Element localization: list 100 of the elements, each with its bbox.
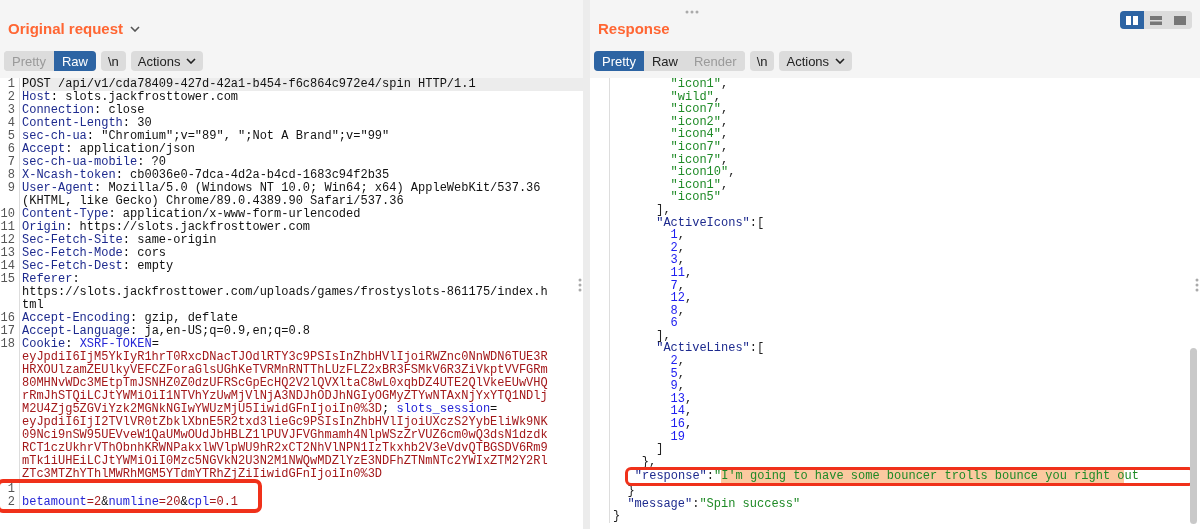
code-line: sec-ch-ua: "Chromium";v="89", ";Not A Brand";v="99"	[22, 130, 390, 143]
panel-title: Response	[598, 20, 670, 37]
code-line: 14,	[669, 405, 693, 419]
layout-toggle-button[interactable]	[1120, 11, 1144, 29]
chevron-down-icon	[130, 25, 141, 32]
code-line: "icon7",	[669, 140, 729, 154]
code-line: Host: slots.jackfrosttower.com	[22, 91, 239, 104]
line-number: 10	[0, 208, 20, 221]
code-line: 13,	[669, 392, 693, 406]
drag-handle-icon[interactable]	[1195, 278, 1199, 292]
code-line: "icon7",	[669, 103, 729, 116]
code-line: 3,	[669, 254, 685, 267]
code-line: X-Ncash-token: cb0036e0-7dca-4d2a-b4cd-1683c94f2b35	[22, 169, 390, 182]
code-line: 5,	[669, 367, 685, 381]
line-number: 12	[0, 234, 20, 247]
line-number: 13	[0, 247, 20, 260]
line-number: 1	[0, 78, 20, 91]
chevron-down-icon	[835, 58, 846, 64]
drag-handle-icon[interactable]	[578, 278, 582, 292]
code-line: ],	[655, 203, 671, 217]
code-line: "icon7",	[669, 153, 729, 167]
columns-layout-icon	[1126, 15, 1138, 25]
code-line: 19	[669, 430, 685, 444]
code-line: 1,	[669, 229, 685, 242]
code-line: ZTc3MTZhYThlMWRhMGM5YTdmYTRhZjZiIiwidGFnIjoiIn0%3D	[22, 468, 383, 481]
code-line: Content-Length: 30	[22, 117, 152, 130]
code-line: "wild",	[669, 90, 722, 104]
code-line: 9,	[669, 380, 685, 393]
code-line: 11,	[669, 266, 693, 280]
code-line: Accept: application/json	[22, 143, 195, 156]
line-number: 16	[0, 312, 20, 325]
code-line: Cookie: XSRF-TOKEN=	[22, 338, 159, 351]
chevron-down-icon	[186, 58, 197, 64]
code-line: 09Nci9nSW95UEVveW1QaUMwOUdJbHBLZ1lPUVJFVGhmamh4NlpWSzZrVUZ6cm0wQ3dsN1dzdk	[22, 429, 548, 442]
code-line: 12,	[669, 292, 693, 305]
line-number: 2	[0, 91, 20, 104]
single-layout-icon	[1174, 15, 1186, 25]
line-number: 6	[0, 143, 20, 156]
code-line: 8,	[669, 304, 685, 318]
code-line: Connection: close	[22, 104, 145, 117]
line-number: 8	[0, 169, 20, 182]
code-line: "message":"Spin success"	[626, 497, 801, 511]
code-line: 2,	[669, 355, 685, 368]
drag-handle-icon[interactable]	[685, 10, 699, 14]
line-number: 17	[0, 325, 20, 338]
line-number: 9	[0, 182, 20, 208]
line-number: 15	[0, 273, 20, 312]
scrollbar-thumb[interactable]	[1190, 348, 1197, 524]
code-line: Sec-Fetch-Site: same-origin	[22, 234, 217, 247]
line-number: 3	[0, 104, 20, 117]
code-line: Content-Type: application/x-www-form-urlencoded	[22, 208, 361, 221]
line-number: 1	[0, 483, 20, 496]
code-line: "ActiveIcons":[	[655, 216, 765, 230]
view-tab[interactable]: Raw	[53, 51, 96, 71]
code-line: Accept-Encoding: gzip, deflate	[22, 312, 239, 325]
code-line: 6	[669, 317, 678, 330]
line-number: 11	[0, 221, 20, 234]
code-line: Sec-Fetch-Dest: empty	[22, 260, 174, 273]
code-line: ],	[655, 329, 671, 343]
code-line: Referer:	[22, 273, 80, 286]
view-tab[interactable]: Pretty	[594, 51, 644, 71]
code-line: Origin: https://slots.jackfrosttower.com	[22, 221, 311, 234]
code-line: }	[626, 485, 635, 498]
line-number: 18	[0, 338, 20, 481]
line-number: 14	[0, 260, 20, 273]
code-line: https://slots.jackfrosttower.com/uploads/games/frostyslots-861175/index.h	[22, 286, 548, 299]
code-line: "icon1",	[669, 78, 729, 91]
code-line: Accept-Language: ja,en-US;q=0.9,en;q=0.8	[22, 325, 311, 338]
code-line: 16,	[669, 418, 693, 431]
code-line: M2U4Zjg5ZGViYzk2MGNkNGIwYWUzMjU5IiwidGFnIjoiIn0%3D; slots_session=	[22, 403, 498, 416]
code-line: Sec-Fetch-Mode: cors	[22, 247, 167, 260]
code-line: rRmJhSTQiLCJtYWMiOiI1NTVhYzUwMjVlNjA3NDJhODJhNGIyOGMyZTYwNTAxNjYxYTQ1NDlj	[22, 390, 548, 403]
code-line: "icon5"	[669, 191, 722, 204]
actions-button[interactable]: Actions	[779, 51, 853, 71]
line-number: 5	[0, 130, 20, 143]
code-line: ]	[655, 443, 664, 456]
code-line: tml	[22, 299, 44, 312]
line-number: 4	[0, 117, 20, 130]
code-line: betamount=2&numline=20&cpl=0.1	[22, 496, 239, 509]
rows-layout-icon	[1150, 15, 1162, 25]
code-line: "icon2",	[669, 115, 729, 129]
code-line: "response":"I'm going to have some bouncer trolls bounce you right out	[628, 470, 1192, 483]
code-line: "icon4",	[669, 128, 729, 141]
code-line: 2,	[669, 241, 685, 255]
code-line: sec-ch-ua-mobile: ?0	[22, 156, 167, 169]
code-line: "icon10",	[669, 166, 736, 179]
code-line: mTk1iUHEiLCJtYWMiOiI0Mzc5NGVkN2U3N2M1NWQwMDZlYzE3NDFhZTNmNTc2YWIxZTM2Y2Rl	[22, 455, 548, 468]
newline-toggle-button[interactable]: \n	[101, 51, 126, 71]
newline-toggle-button[interactable]: \n	[749, 51, 775, 71]
code-line: "ActiveLines":[	[655, 342, 765, 356]
code-line: User-Agent: Mozilla/5.0 (Windows NT 10.0; Win64; x64) AppleWebKit/537.36	[22, 182, 541, 195]
code-line: RCT1czUkhrVThObnhKRWNPakxlWVlpWU9hR2xCT2NhVlNPN1IzTkxhb2V3eVdvQTBGSDV6Rm9	[22, 442, 548, 455]
code-line: HRXOUlzamZEUlkyVEFCZForaGlsUGhKeTVRMnRNTThLUzFLZ2xBR3FSMkV6R3ZiVkptVVFGRm	[22, 364, 548, 377]
line-number: 2	[0, 496, 20, 509]
code-line: eyJpdiI6IjM5YkIyR1hrT0RxcDNacTJOdlRTY3c9PSIsInZhbHVlIjoiRWZnc0NnWDN6TUE3R	[22, 351, 548, 364]
code-line: (KHTML, like Gecko) Chrome/89.0.4389.90 Safari/537.36	[22, 195, 404, 208]
code-line: }	[612, 510, 621, 523]
code-line: "icon1",	[669, 178, 729, 192]
actions-button[interactable]: Actions	[130, 51, 204, 71]
code-line: eyJpdiI6IjI2TVlVR0tZbklXbnE5R2txd3lieGc9PSIsInZhbHVlIjoiUXczS2YybEliWk9NK	[22, 416, 548, 429]
